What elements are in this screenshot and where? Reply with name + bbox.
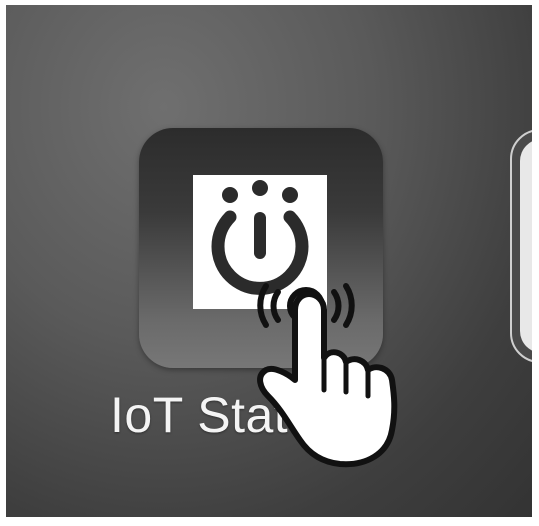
tap-hand-icon (238, 270, 408, 485)
home-screen: IoT Station (6, 5, 532, 517)
neighbor-app-icon[interactable] (510, 129, 532, 363)
neighbor-app-icon-inner (520, 139, 532, 353)
